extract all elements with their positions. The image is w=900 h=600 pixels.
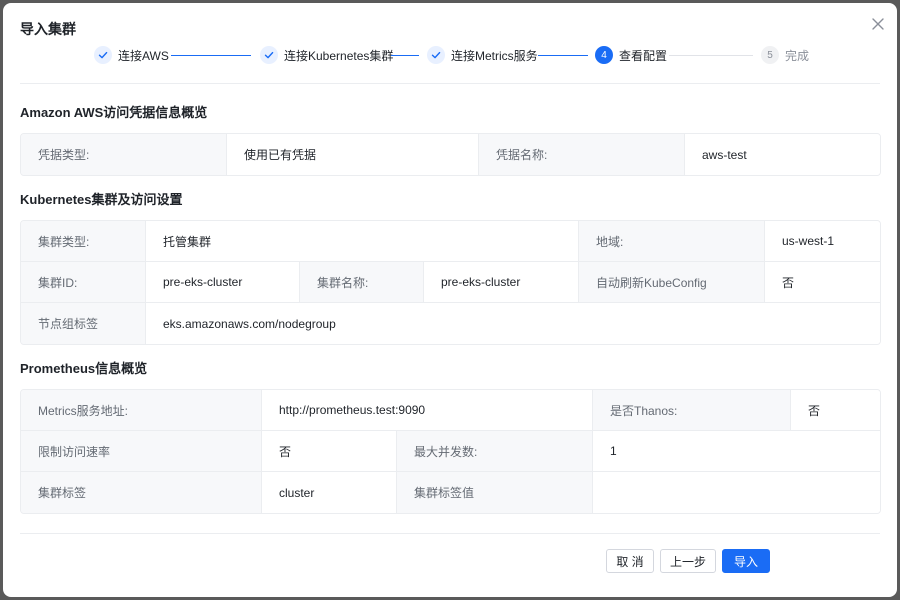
step-label: 完成 — [785, 48, 810, 63]
cluster-type-label: 集群类型: — [21, 221, 145, 261]
thanos-value: 否 — [790, 390, 880, 430]
wizard-steps: 连接AWS 连接Kubernetes集群 连接Metrics服务 4 查看配置 … — [3, 45, 897, 71]
step-connect-aws[interactable]: 连接AWS — [94, 45, 169, 65]
table-row: 集群ID: pre-eks-cluster 集群名称: pre-eks-clus… — [21, 262, 880, 303]
step-connect-kubernetes[interactable]: 连接Kubernetes集群 — [260, 45, 393, 65]
step-connect-metrics[interactable]: 连接Metrics服务 — [427, 45, 538, 65]
cluster-id-value: pre-eks-cluster — [145, 262, 299, 302]
prometheus-section-title: Prometheus信息概览 — [20, 361, 148, 376]
credential-type-value: 使用已有凭据 — [226, 134, 478, 175]
step-connector — [391, 55, 419, 56]
cluster-tag-value-label: 集群标签值 — [396, 472, 592, 513]
aws-section-title: Amazon AWS访问凭据信息概览 — [20, 105, 208, 120]
metrics-address-value: http://prometheus.test:9090 — [261, 390, 592, 430]
cluster-name-label: 集群名称: — [299, 262, 423, 302]
metrics-address-label: Metrics服务地址: — [21, 390, 261, 430]
previous-step-button[interactable]: 上一步 — [660, 549, 716, 573]
step-label: 连接Kubernetes集群 — [284, 48, 394, 63]
table-row: 凭据类型: 使用已有凭据 凭据名称: aws-test — [21, 134, 880, 175]
close-icon[interactable] — [869, 15, 887, 33]
cluster-id-label: 集群ID: — [21, 262, 145, 302]
cluster-name-value: pre-eks-cluster — [423, 262, 578, 302]
step-label: 查看配置 — [619, 48, 668, 63]
thanos-label: 是否Thanos: — [592, 390, 790, 430]
max-concurrency-value: 1 — [592, 431, 880, 471]
table-row: Metrics服务地址: http://prometheus.test:9090… — [21, 390, 880, 431]
step-connector — [669, 55, 753, 56]
step-connector — [538, 55, 588, 56]
auto-refresh-label: 自动刷新KubeConfig — [578, 262, 764, 302]
max-concurrency-label: 最大并发数: — [396, 431, 592, 471]
region-value: us-west-1 — [764, 221, 880, 261]
k8s-section-title: Kubernetes集群及访问设置 — [20, 192, 183, 207]
step-number: 5 — [761, 46, 779, 64]
step-label: 连接Metrics服务 — [451, 48, 538, 63]
rate-limit-label: 限制访问速率 — [21, 431, 261, 471]
node-group-label: 节点组标签 — [21, 303, 145, 344]
cluster-tag-value: cluster — [261, 472, 396, 513]
table-row: 集群标签 cluster 集群标签值 — [21, 472, 880, 513]
dialog-title: 导入集群 — [20, 21, 76, 37]
region-label: 地域: — [578, 221, 764, 261]
cluster-type-value: 托管集群 — [145, 221, 578, 261]
divider — [20, 83, 880, 84]
step-complete[interactable]: 5 完成 — [761, 45, 809, 65]
step-review-config[interactable]: 4 查看配置 — [595, 45, 667, 65]
node-group-value: eks.amazonaws.com/nodegroup — [145, 303, 880, 344]
credential-type-label: 凭据类型: — [21, 134, 226, 175]
cancel-button[interactable]: 取 消 — [606, 549, 654, 573]
import-cluster-dialog: 导入集群 连接AWS 连接Kubernetes集群 连接Metrics服务 4 … — [3, 3, 897, 597]
cluster-tag-value-value — [592, 472, 880, 513]
aws-info-table: 凭据类型: 使用已有凭据 凭据名称: aws-test — [20, 133, 881, 176]
table-row: 集群类型: 托管集群 地域: us-west-1 — [21, 221, 880, 262]
step-connector — [171, 55, 251, 56]
check-icon — [260, 46, 278, 64]
step-number: 4 — [595, 46, 613, 64]
check-icon — [94, 46, 112, 64]
import-button[interactable]: 导入 — [722, 549, 770, 573]
prometheus-info-table: Metrics服务地址: http://prometheus.test:9090… — [20, 389, 881, 514]
credential-name-value: aws-test — [684, 134, 880, 175]
k8s-info-table: 集群类型: 托管集群 地域: us-west-1 集群ID: pre-eks-c… — [20, 220, 881, 345]
table-row: 限制访问速率 否 最大并发数: 1 — [21, 431, 880, 472]
divider — [20, 533, 880, 534]
check-icon — [427, 46, 445, 64]
step-label: 连接AWS — [118, 48, 169, 63]
credential-name-label: 凭据名称: — [478, 134, 684, 175]
auto-refresh-value: 否 — [764, 262, 880, 302]
cluster-tag-label: 集群标签 — [21, 472, 261, 513]
table-row: 节点组标签 eks.amazonaws.com/nodegroup — [21, 303, 880, 344]
rate-limit-value: 否 — [261, 431, 396, 471]
